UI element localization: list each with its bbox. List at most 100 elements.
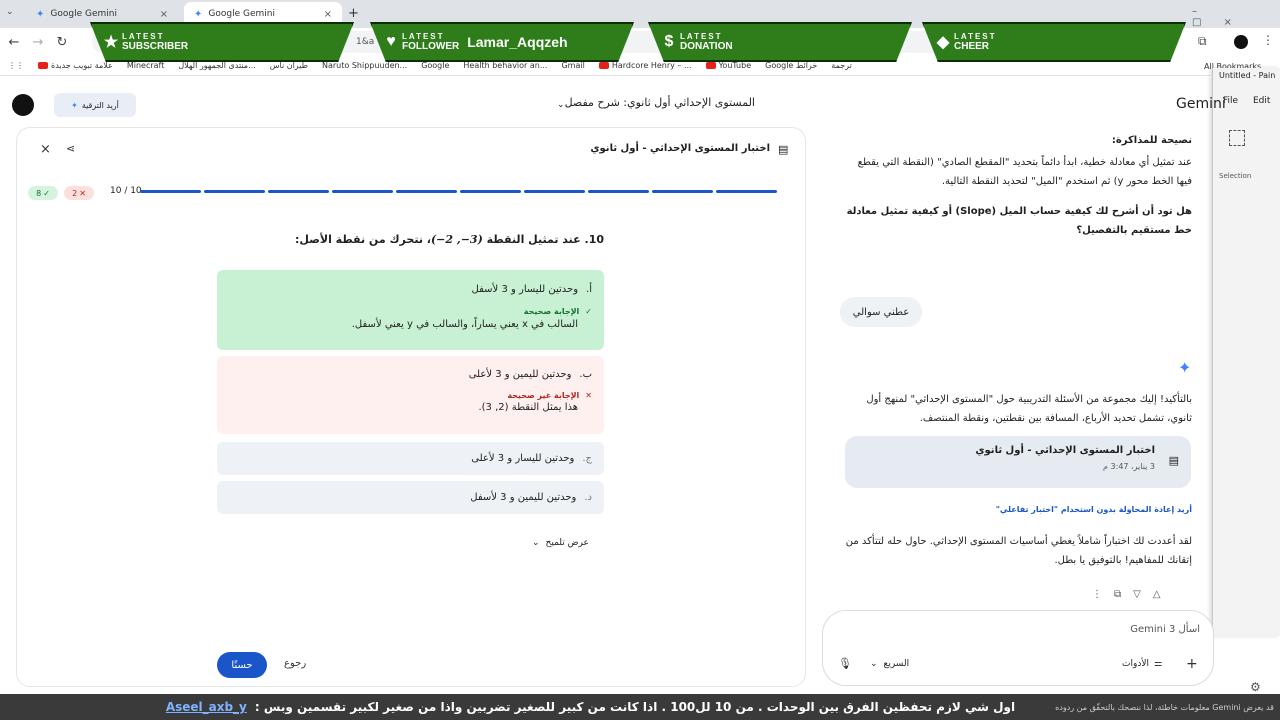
ticker-handle: Aseel_axb_y [165,700,247,714]
disclaimer: قد يعرض Gemini معلومات خاطئة، لذا ننصحك … [1055,702,1274,712]
question-text: 10. عند تمثيل النقطة (3−, 2−)، نتحرك من … [295,233,604,246]
wrong-count-badge: 2 ✕ [64,186,94,200]
dollar-icon: $ [664,33,674,50]
user-message: عطني سوالي [840,297,922,327]
menu-kebab-icon[interactable]: ⋮ [1262,33,1274,47]
bookmark-flynas[interactable]: طيران ناس [270,61,308,70]
copy-icon[interactable]: ⧉ [1114,589,1121,600]
new-tab-button[interactable]: + [348,6,359,21]
progress-segment [396,190,457,193]
bookmark-new-tab[interactable]: علامة تبويب جديدة [38,61,113,70]
show-hint-button[interactable]: عرض تلميح ⌄ [532,538,589,548]
done-button[interactable]: حسنًا [217,652,267,678]
bookmark-hardcore-henry[interactable]: Hardcore Henry – ... [598,61,692,70]
latest-donation-banner: $ LATEST DONATION [648,22,912,62]
caption-ticker: قد يعرض Gemini معلومات خاطئة، لذا ننصحك … [0,694,1280,720]
bookmark-youtube[interactable]: YouTube [705,61,751,70]
progress-text: 10 / 10 [110,186,142,196]
close-icon[interactable]: × [160,9,168,20]
card-title: اختبار المستوى الإحداثي - أول ثانوي [975,445,1155,456]
latest-subscriber-banner: ★ LATEST SUBSCRIBER [90,22,354,62]
forward-arrow-icon[interactable]: → [28,32,48,52]
close-icon[interactable]: × [324,9,332,20]
latest-cheer-banner: ◆ LATEST CHEER [922,22,1186,62]
settings-gear-icon[interactable]: ⚙ [1250,680,1261,694]
bookmark-minecraft[interactable]: Minecraft [127,61,165,70]
option-b[interactable]: ب. وحدتين لليمين و 3 لأعلى ✕ الإجابة غير ص… [217,356,604,434]
correct-count-badge: 8 ✓ [28,186,58,200]
paint-menu-edit[interactable]: Edit [1253,96,1270,106]
prompt-input[interactable]: اسأل Gemini 3 [1000,624,1200,635]
back-arrow-icon[interactable]: ← [4,32,24,52]
gemini-favicon-icon: ✦ [194,8,203,20]
add-icon[interactable]: + [1186,656,1198,672]
bookmark-gmail[interactable]: Gmail [561,61,584,70]
quiz-card[interactable]: اختبار المستوى الإحداثي - أول ثانوي 3 ين… [845,436,1191,488]
tools-button[interactable]: ⚌ الأدوات [1122,659,1162,669]
option-c[interactable]: ج. وحدتين لليسار و 3 لأعلى [217,442,604,475]
bookmark-translate[interactable]: ترجمة [831,61,852,70]
window-controls[interactable]: –□× [1192,6,1280,28]
thumbs-up-icon[interactable]: △ [1153,589,1161,600]
bookmark-maps[interactable]: Google خرائط [765,61,817,70]
close-icon[interactable]: × [40,142,51,157]
progress-segment [332,190,393,193]
gemini-favicon-icon: ✦ [36,8,45,20]
gemini-sparkle-icon: ✦ [1178,358,1192,377]
progress-segment [204,190,265,193]
conversation-title[interactable]: المستوى الإحداثي أول ثانوي: شرح مفصل [555,96,755,114]
progress-segment [140,190,201,193]
model-selector[interactable]: السريع ⌄ [870,659,909,669]
chevron-down-icon: ⌄ [532,538,540,548]
document-icon: ▤ [778,143,789,156]
response-actions: ⋮ ⧉ ▽ △ [1092,589,1161,600]
option-a[interactable]: أ. وحدتين لليسار و 3 لأسفل ✓ الإجابة صحيحة… [217,270,604,350]
back-button[interactable]: رجوع [284,658,306,669]
tip-heading: نصيحة للمذاكرة: [1111,135,1192,146]
bookmark-naruto[interactable]: Naruto Shippuuden... [322,61,407,70]
progress-segment [716,190,777,193]
progress-segment [652,190,713,193]
paint-selection-label: Selection [1219,172,1252,180]
extensions-icon[interactable]: ⧉ [1198,34,1207,49]
closing-text: لقد أعددت لك اختباراً شاملاً يغطي أساسيا… [845,536,1192,566]
progress-segment [524,190,585,193]
bookmark-forum[interactable]: منتدى الجمهور الهلال... [178,61,255,70]
quiz-title: اختبار المستوى الإحداثي - أول ثانوي [590,143,770,154]
profile-avatar[interactable] [1234,35,1248,49]
cross-icon: ✕ [79,188,86,198]
tab-search-icon[interactable]: ⌄ [6,7,14,17]
feedback-text: السالب في x يعني يساراً، والسالب في y يع… [351,319,578,330]
retry-link[interactable]: أريد إعادة المحاولة بدون استخدام "اختبار… [840,500,1192,519]
paint-title: Untitled - Pain [1219,71,1276,80]
upgrade-button[interactable]: ✦ أريد الترقية [54,93,136,117]
selection-tool-icon[interactable] [1229,130,1245,146]
tab-label: Google Gemini [50,9,117,19]
more-icon[interactable]: ⋮ [1092,589,1102,600]
check-icon: ✓ [585,307,592,316]
youtube-icon [598,62,609,69]
reload-icon[interactable]: ↻ [52,32,72,52]
tools-icon: ⚌ [1153,659,1163,669]
cross-icon: ✕ [585,391,592,400]
feedback-title: الإجابة غير صحيحة [507,391,580,400]
option-d[interactable]: د. وحدتين لليمين و 3 لأسفل [217,481,604,514]
share-icon[interactable]: ⋖ [66,142,75,155]
apps-grid-icon[interactable]: ⋮⋮ [8,61,24,70]
youtube-icon [38,62,48,69]
ticker-text: اول شي لازم تحفظين الفرق بين الوحدات . م… [254,700,1016,714]
bookmark-google[interactable]: Google [421,61,449,70]
progress-segment [588,190,649,193]
followup-question: هل تود أن أشرح لك كيفية حساب الميل (Slop… [846,206,1192,236]
url-text: 1&a [356,37,375,47]
paint-window: Untitled - Pain File Edit Selection [1212,68,1280,636]
microphone-icon[interactable]: 🎙 [838,657,852,670]
youtube-icon [705,62,716,69]
thumbs-down-icon[interactable]: ▽ [1133,589,1141,600]
star-icon: ★ [103,34,119,51]
bookmark-health[interactable]: Health behavior an... [463,61,547,70]
sparkle-icon: ✦ [71,100,78,110]
card-date: 3 يناير، 3:47 م [1103,462,1155,471]
avatar[interactable] [12,94,34,116]
gemini-logo[interactable]: Gemini [1176,96,1226,112]
